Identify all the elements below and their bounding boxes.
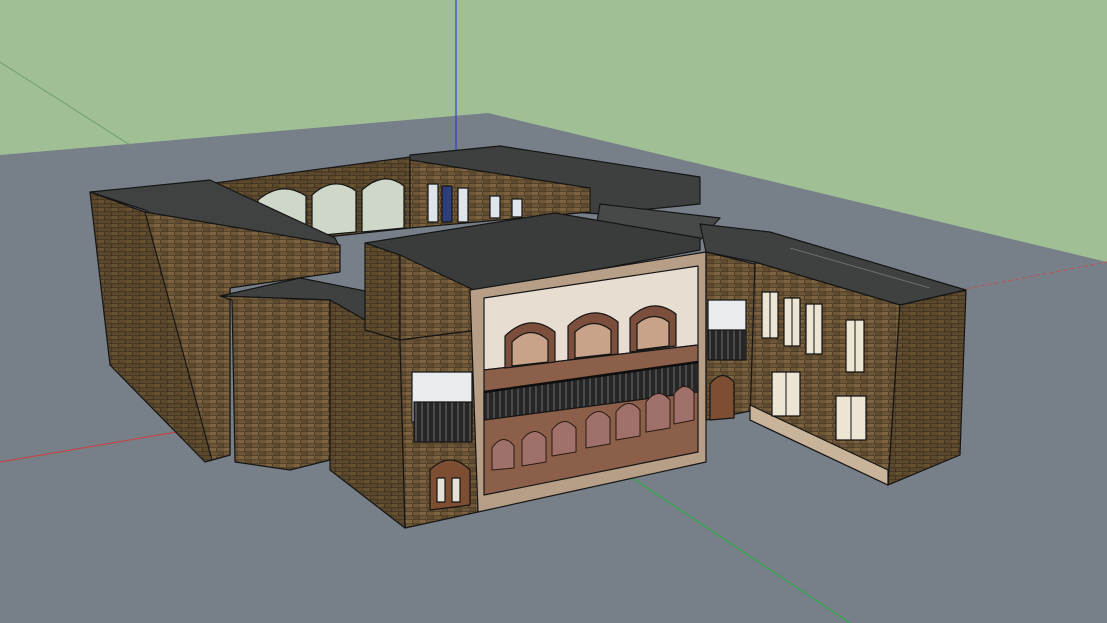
window — [457, 187, 469, 223]
door-glass — [436, 477, 446, 503]
arch-inner — [511, 331, 549, 367]
balcony-railing — [707, 329, 747, 361]
window — [441, 185, 453, 223]
model-viewport[interactable] — [0, 0, 1107, 623]
door-glass — [451, 477, 461, 503]
wall-central-left — [364, 242, 401, 341]
wall-right-end — [887, 289, 967, 486]
scene-canvas[interactable] — [0, 0, 1107, 623]
arch-inner — [574, 322, 612, 359]
wall-mid-left-a — [219, 295, 331, 471]
window — [489, 195, 501, 219]
arch-opening — [311, 183, 357, 237]
balcony-railing — [413, 401, 473, 443]
arch-inner — [636, 315, 670, 351]
window — [427, 183, 439, 223]
arched-door — [709, 374, 735, 421]
arched-door — [429, 459, 471, 511]
arch-opening — [361, 178, 405, 233]
window — [511, 198, 523, 218]
